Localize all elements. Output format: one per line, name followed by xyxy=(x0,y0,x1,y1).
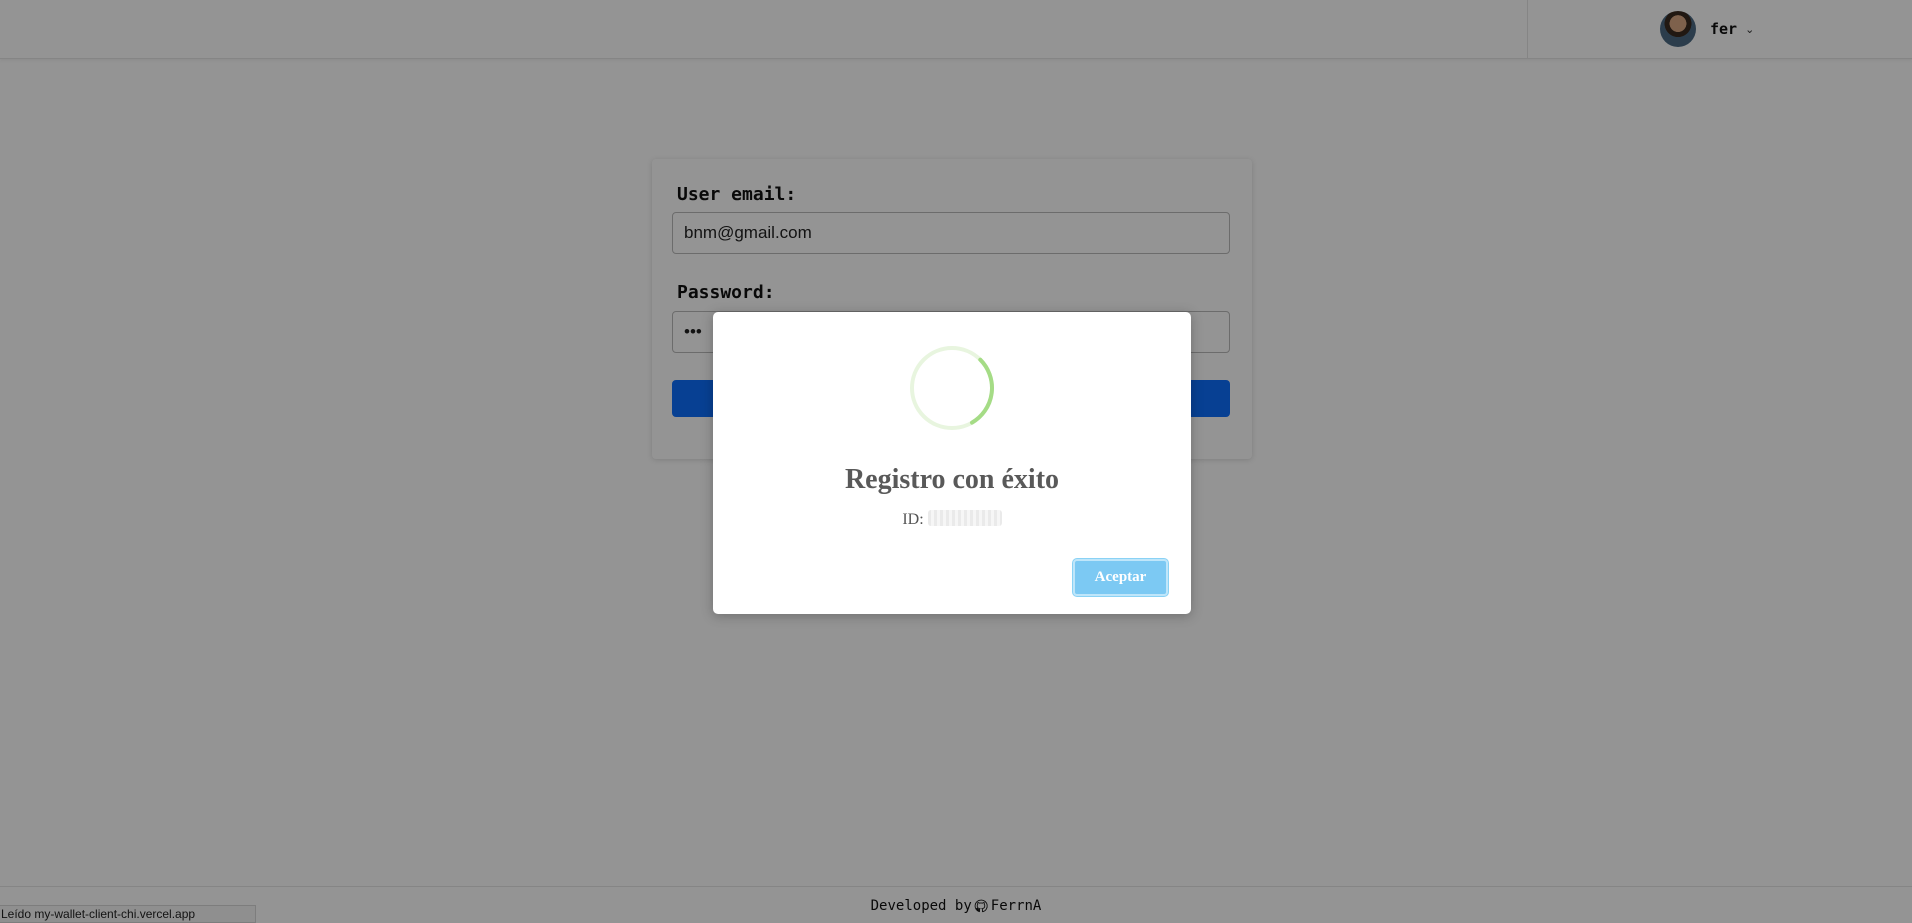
page: fer ⌄ User email: Password: Developed by… xyxy=(0,0,1912,923)
modal-title: Registro con éxito xyxy=(844,464,1060,495)
success-spinner-icon xyxy=(910,346,994,430)
modal-id-value xyxy=(927,510,1002,526)
modal-id-line: ID: xyxy=(713,510,1191,529)
success-modal: Registro con éxito ID: Aceptar xyxy=(713,312,1191,614)
accept-button[interactable]: Aceptar xyxy=(1073,559,1168,596)
modal-id-label: ID: xyxy=(902,511,924,528)
